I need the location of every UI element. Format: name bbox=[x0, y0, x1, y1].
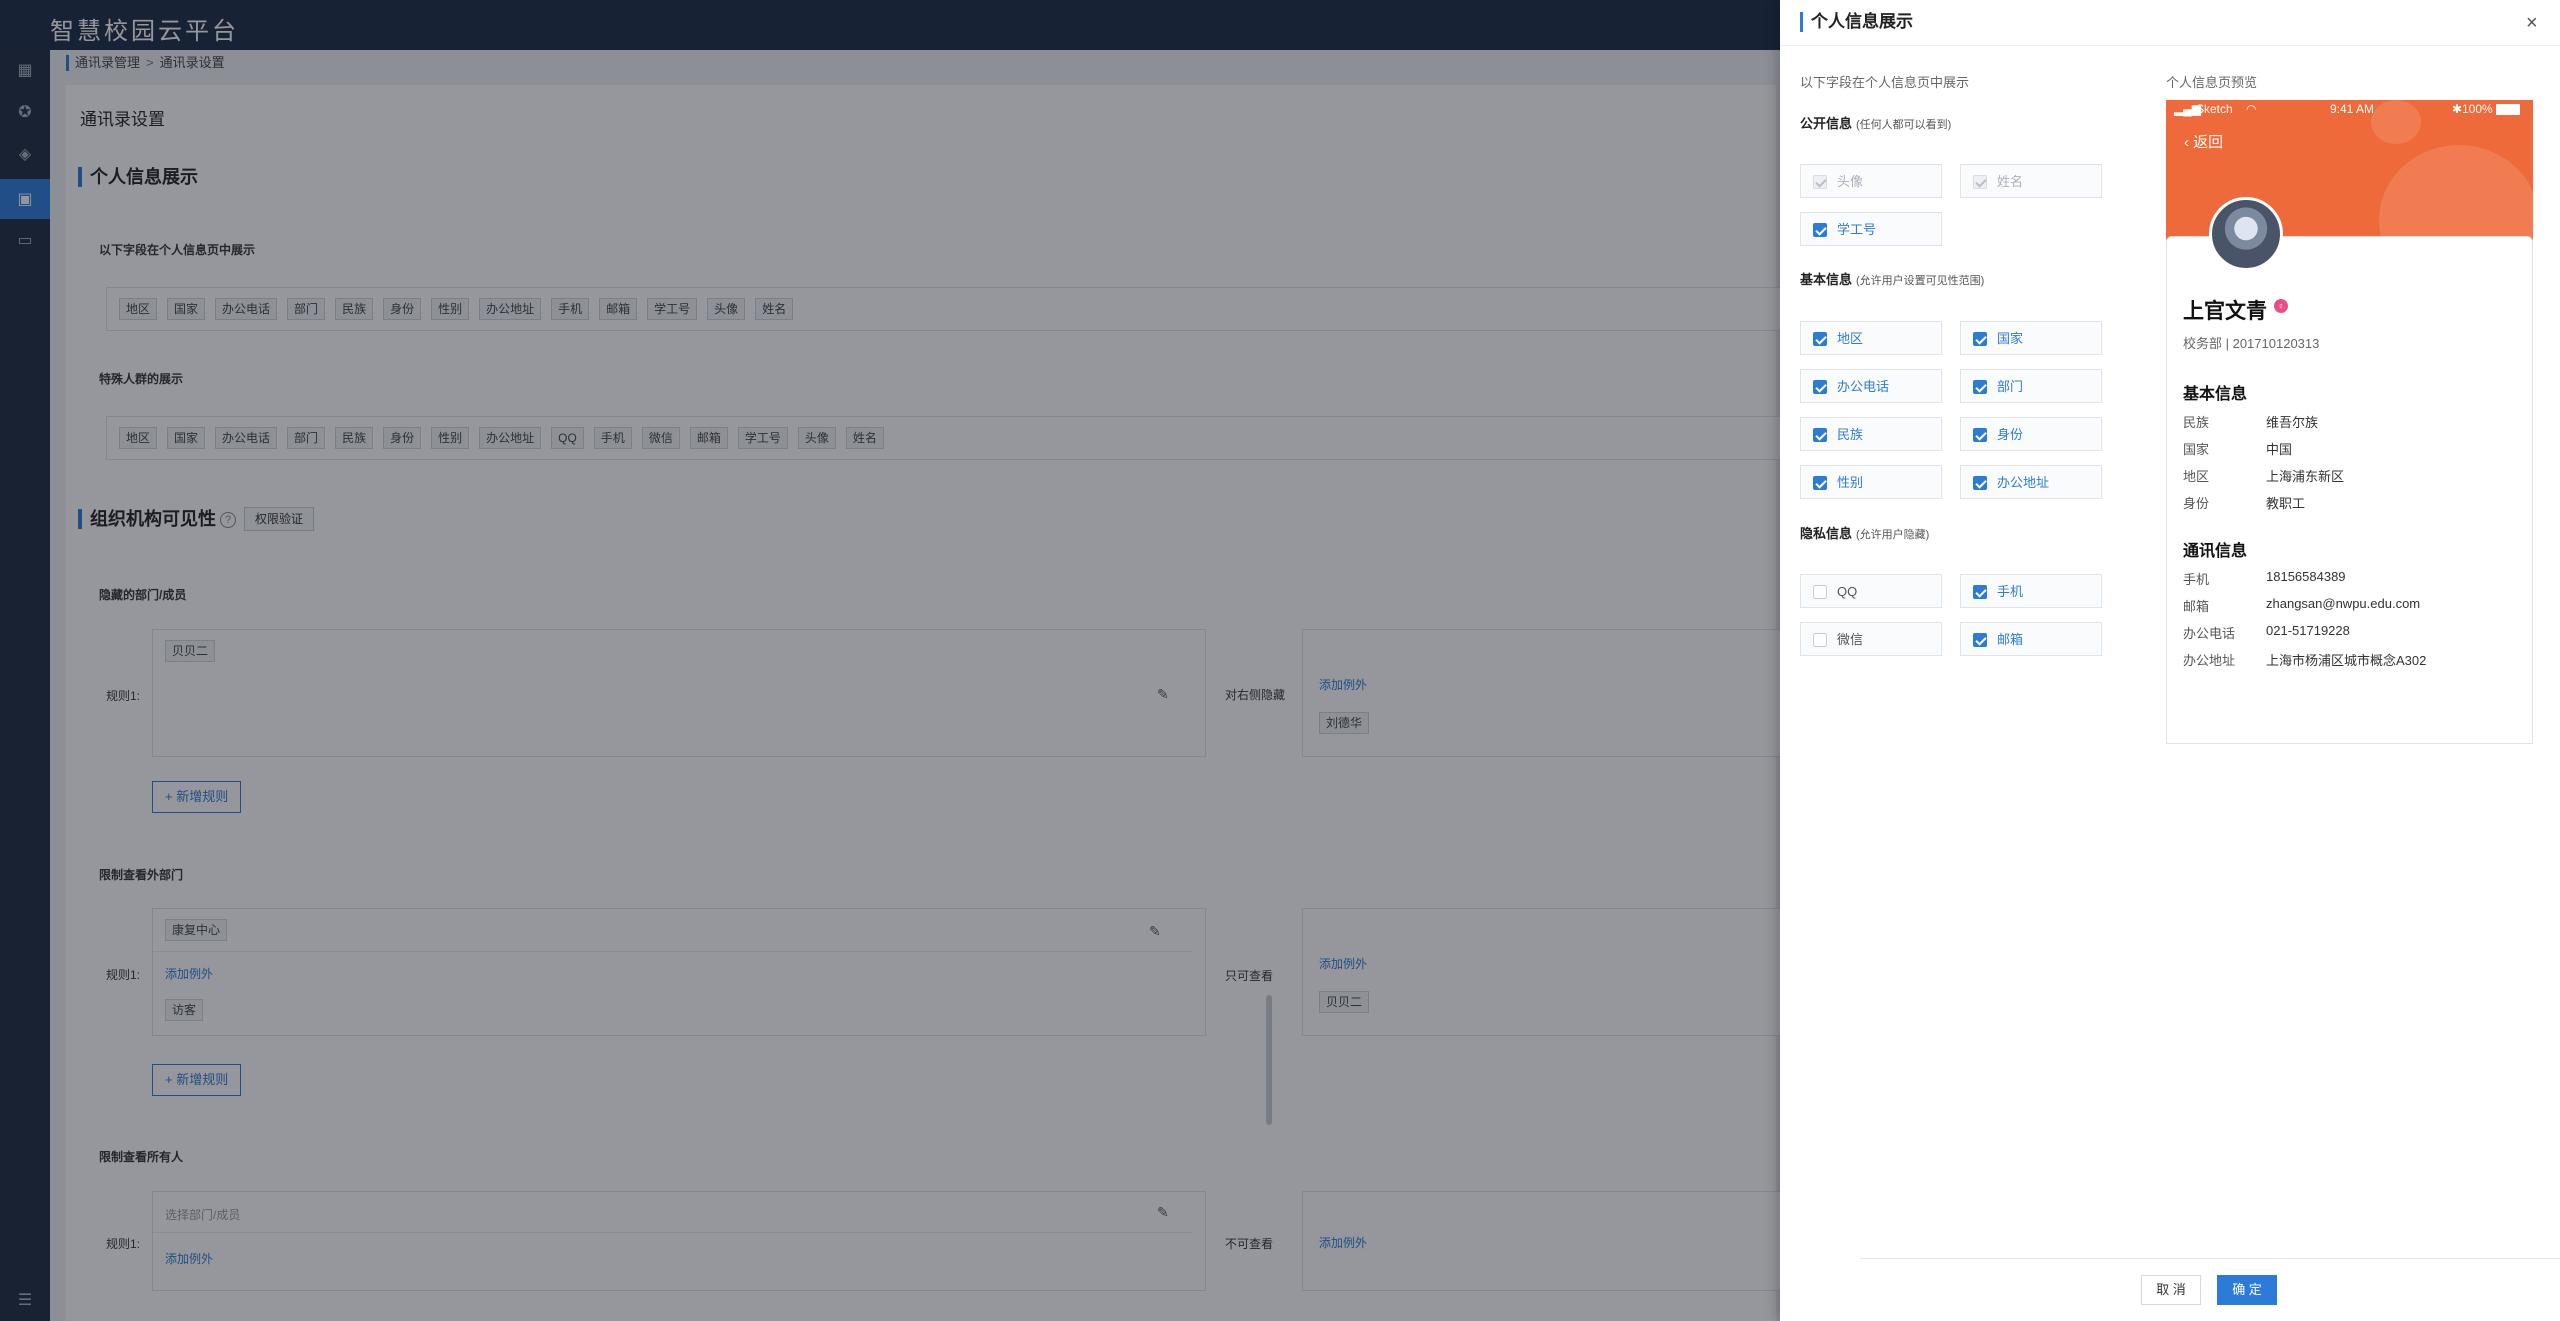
checkbox-box bbox=[1813, 380, 1827, 394]
profile-display-drawer: 个人信息展示 × 以下字段在个人信息页中展示 个人信息页预览 公开信息 (任何人都… bbox=[1780, 0, 2560, 1321]
cancel-button[interactable]: 取 消 bbox=[2141, 1275, 2201, 1305]
checkbox-gender[interactable]: 性别 bbox=[1800, 465, 1942, 499]
confirm-button[interactable]: 确 定 bbox=[2217, 1275, 2277, 1305]
info-value: 18156584389 bbox=[2266, 569, 2346, 584]
decor-circle bbox=[2371, 100, 2421, 144]
info-value: 上海市杨浦区城市概念A302 bbox=[2266, 653, 2427, 668]
checkbox-label: 手机 bbox=[1997, 584, 2024, 599]
status-time: 9:41 AM bbox=[2330, 102, 2375, 116]
checkbox-box bbox=[1813, 633, 1827, 647]
info-value: 021-51719228 bbox=[2266, 623, 2350, 638]
info-value: 教职工 bbox=[2266, 496, 2306, 511]
checkbox-box bbox=[1973, 175, 1987, 189]
footer-divider bbox=[1860, 1258, 2560, 1259]
checkbox-label: 姓名 bbox=[1997, 174, 2024, 189]
checkbox-email[interactable]: 邮箱 bbox=[1960, 622, 2102, 656]
checkbox-box bbox=[1973, 332, 1987, 346]
close-icon[interactable]: × bbox=[2526, 13, 2538, 33]
checkbox-box bbox=[1973, 633, 1987, 647]
checkbox-box bbox=[1813, 428, 1827, 442]
checkbox-label: 头像 bbox=[1837, 174, 1864, 189]
fields-label: 以下字段在个人信息页中展示 bbox=[1800, 75, 1970, 90]
checkbox-label: 办公地址 bbox=[1997, 475, 2050, 490]
info-key: 地区 bbox=[2183, 469, 2210, 484]
checkbox-mobile[interactable]: 手机 bbox=[1960, 574, 2102, 608]
info-key: 邮箱 bbox=[2183, 599, 2210, 614]
group-hint: (允许用户隐藏) bbox=[1856, 529, 1930, 541]
checkbox-label: 性别 bbox=[1837, 475, 1864, 490]
bluetooth-icon: ✱ bbox=[2452, 102, 2463, 116]
checkbox-box bbox=[1813, 585, 1827, 599]
checkbox-box bbox=[1813, 175, 1827, 189]
checkbox-label: 办公电话 bbox=[1837, 379, 1890, 394]
checkbox-box bbox=[1813, 223, 1827, 237]
profile-dept: 校务部 | 201710120313 bbox=[2183, 336, 2320, 351]
checkbox-box bbox=[1813, 476, 1827, 490]
checkbox-department[interactable]: 部门 bbox=[1960, 369, 2102, 403]
carrier-label: Sketch bbox=[2196, 102, 2233, 116]
drawer-title: 个人信息展示 bbox=[1800, 12, 1913, 32]
wifi-icon: ◠ bbox=[2246, 102, 2257, 116]
back-button[interactable]: ‹ 返回 bbox=[2184, 131, 2223, 152]
checkbox-label: 部门 bbox=[1997, 379, 2024, 394]
preview-label: 个人信息页预览 bbox=[2166, 75, 2258, 90]
basic-info-title: 基本信息 bbox=[2183, 386, 2248, 403]
checkbox-qq[interactable]: QQ bbox=[1800, 574, 1942, 608]
public-group-title: 公开信息 (任何人都可以看到) bbox=[1800, 113, 1951, 132]
back-label: 返回 bbox=[2193, 134, 2224, 151]
checkbox-box bbox=[1813, 332, 1827, 346]
info-value: 上海浦东新区 bbox=[2266, 469, 2345, 484]
decor-circle bbox=[2379, 145, 2533, 240]
group-hint: (任何人都可以看到) bbox=[1856, 119, 1952, 131]
info-key: 身份 bbox=[2183, 496, 2210, 511]
checkbox-box bbox=[1973, 428, 1987, 442]
checkbox-label: 学工号 bbox=[1837, 222, 1877, 237]
checkbox-label: 地区 bbox=[1837, 331, 1864, 346]
checkbox-region[interactable]: 地区 bbox=[1800, 321, 1942, 355]
checkbox-avatar: 头像 bbox=[1800, 164, 1942, 198]
group-title: 基本信息 bbox=[1800, 272, 1853, 287]
checkbox-box bbox=[1973, 585, 1987, 599]
contact-info-title: 通讯信息 bbox=[2183, 543, 2248, 560]
checkbox-ethnicity[interactable]: 民族 bbox=[1800, 417, 1942, 451]
info-value: zhangsan@nwpu.edu.com bbox=[2266, 596, 2421, 611]
group-title: 公开信息 bbox=[1800, 116, 1853, 131]
checkbox-label: QQ bbox=[1837, 584, 1858, 599]
profile-name: 上官文青 bbox=[2183, 300, 2267, 323]
checkbox-name: 姓名 bbox=[1960, 164, 2102, 198]
checkbox-label: 民族 bbox=[1837, 427, 1864, 442]
drawer-header: 个人信息展示 × bbox=[1780, 0, 2560, 46]
phone-preview: ▂▄▆ Sketch ◠ 9:41 AM ✱ 100% ‹ 返回 上官文青 ♀ … bbox=[2166, 100, 2533, 744]
checkbox-country[interactable]: 国家 bbox=[1960, 321, 2102, 355]
checkbox-office-phone[interactable]: 办公电话 bbox=[1800, 369, 1942, 403]
checkbox-box bbox=[1973, 380, 1987, 394]
checkbox-wechat[interactable]: 微信 bbox=[1800, 622, 1942, 656]
info-key: 办公地址 bbox=[2183, 653, 2236, 668]
avatar bbox=[2209, 197, 2283, 271]
info-key: 国家 bbox=[2183, 442, 2210, 457]
checkbox-box bbox=[1973, 476, 1987, 490]
checkbox-label: 国家 bbox=[1997, 331, 2024, 346]
profile-card: 上官文青 ♀ 校务部 | 201710120313 基本信息 民族 维吾尔族 国家… bbox=[2166, 236, 2533, 744]
battery-icon bbox=[2496, 104, 2520, 115]
checkbox-student-id[interactable]: 学工号 bbox=[1800, 212, 1942, 246]
gender-badge: ♀ bbox=[2274, 299, 2288, 313]
info-key: 民族 bbox=[2183, 415, 2210, 430]
basic-group-title: 基本信息 (允许用户设置可见性范围) bbox=[1800, 269, 1984, 288]
checkbox-office-address[interactable]: 办公地址 bbox=[1960, 465, 2102, 499]
info-key: 办公电话 bbox=[2183, 626, 2236, 641]
checkbox-label: 邮箱 bbox=[1997, 632, 2024, 647]
battery-label: 100% bbox=[2462, 102, 2493, 116]
chevron-left-icon: ‹ bbox=[2184, 134, 2194, 151]
checkbox-identity[interactable]: 身份 bbox=[1960, 417, 2102, 451]
private-group-title: 隐私信息 (允许用户隐藏) bbox=[1800, 523, 1929, 542]
group-title: 隐私信息 bbox=[1800, 526, 1853, 541]
checkbox-label: 身份 bbox=[1997, 427, 2024, 442]
group-hint: (允许用户设置可见性范围) bbox=[1856, 275, 1985, 287]
info-value: 中国 bbox=[2266, 442, 2293, 457]
checkbox-label: 微信 bbox=[1837, 632, 1864, 647]
info-value: 维吾尔族 bbox=[2266, 415, 2319, 430]
info-key: 手机 bbox=[2183, 572, 2210, 587]
